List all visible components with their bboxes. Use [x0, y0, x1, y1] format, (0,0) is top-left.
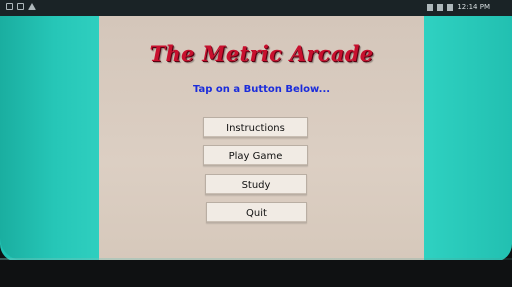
wifi-icon: [427, 3, 434, 11]
status-bar: 12:14 PM: [0, 0, 512, 16]
sync-icon: [17, 3, 24, 10]
bottom-bezel: [0, 260, 512, 287]
device-frame: 12:14 PM The Metric Arcade Tap on a Butt…: [0, 0, 512, 287]
status-right: 12:14 PM: [427, 3, 490, 11]
right-background: [424, 16, 512, 260]
game-title: The Metric Arcade: [149, 41, 374, 66]
left-background: [0, 16, 99, 260]
status-time: 12:14 PM: [457, 3, 490, 11]
image-icon: [6, 3, 13, 10]
quit-button[interactable]: Quit: [206, 202, 307, 223]
status-left-icons: [6, 3, 36, 10]
instructions-button[interactable]: Instructions: [203, 117, 308, 138]
game-panel: The Metric Arcade Tap on a Button Below.…: [99, 16, 424, 260]
play-game-button[interactable]: Play Game: [203, 145, 308, 166]
instruction-text: Tap on a Button Below...: [192, 84, 331, 95]
signal-icon: [437, 3, 444, 11]
battery-icon: [447, 3, 454, 11]
study-button[interactable]: Study: [205, 174, 307, 195]
warning-icon: [28, 3, 36, 10]
